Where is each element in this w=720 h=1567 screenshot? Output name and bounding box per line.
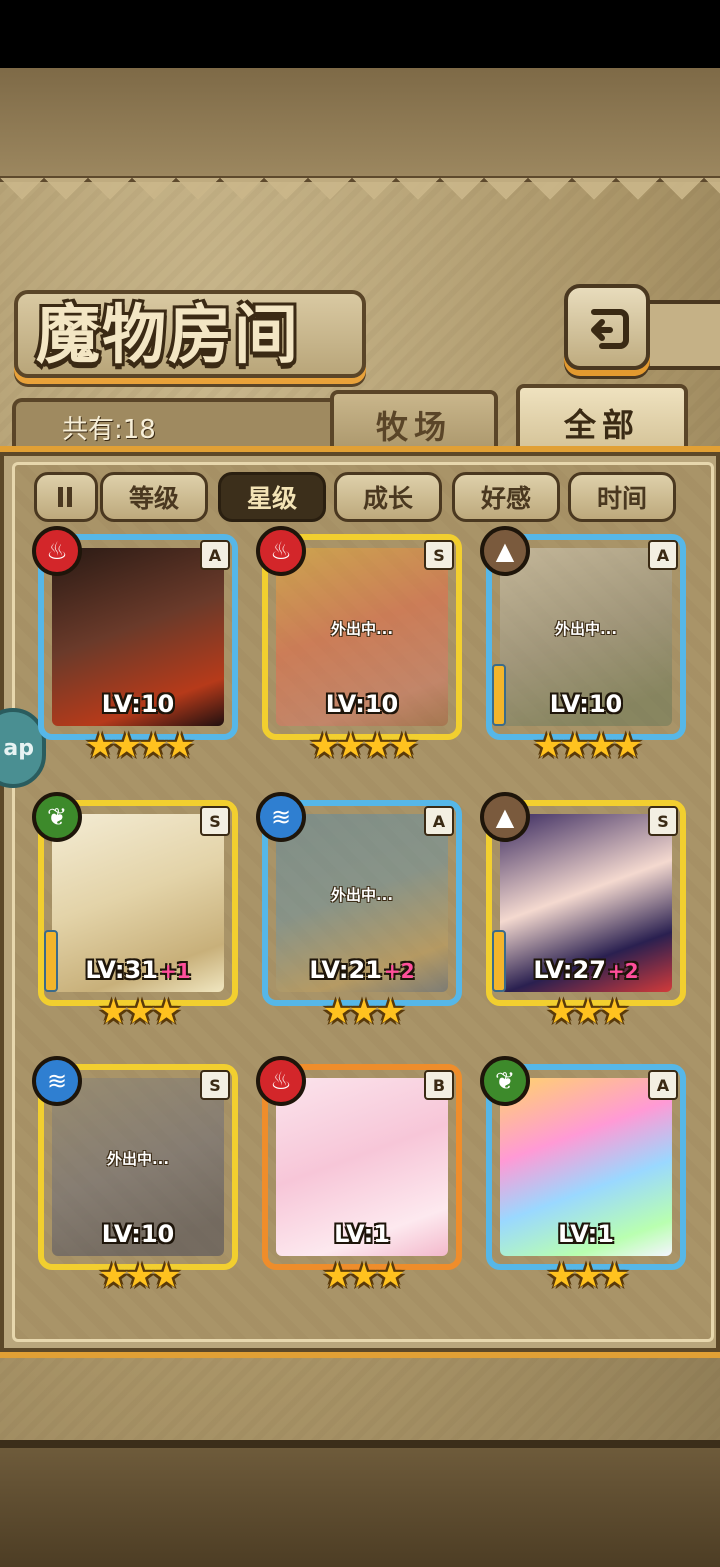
rank-badge: S	[200, 1070, 230, 1100]
star-rating: ★★★	[322, 992, 405, 1032]
zigzag-border	[0, 178, 720, 222]
star-rating: ★★★	[98, 992, 181, 1032]
level-text: LV:31	[85, 956, 158, 984]
monster-card[interactable]: ❦ A LV:1 ★★★	[480, 1056, 686, 1296]
monster-card[interactable]: ▲ S LV:27 +2 ★★★	[480, 792, 686, 1032]
fire-icon: ♨	[256, 1056, 306, 1106]
monster-card[interactable]: ♨ A LV:10 ★★★★	[32, 526, 238, 766]
star-rating: ★★★★	[533, 726, 643, 766]
sort-order-toggle[interactable]	[34, 472, 98, 522]
grass-icon: ❦	[32, 792, 82, 842]
grass-icon: ❦	[480, 1056, 530, 1106]
rank-badge: A	[200, 540, 230, 570]
level-text: LV:21	[309, 956, 382, 984]
star-rating: ★★★★	[309, 726, 419, 766]
away-status: 外出中...	[554, 620, 618, 638]
away-status: 外出中...	[330, 620, 394, 638]
away-status: 外出中...	[106, 1150, 170, 1168]
filter-bar: 等级 星级 成长 好感 时间	[30, 472, 690, 522]
filter-star[interactable]: 星级	[218, 472, 326, 522]
monster-card[interactable]: ♨ B LV:1 ★★★	[256, 1056, 462, 1296]
water-icon: ≋	[32, 1056, 82, 1106]
star-rating: ★★★	[546, 992, 629, 1032]
level-text: LV:10	[101, 1220, 175, 1248]
level-label: LV:10	[38, 1220, 238, 1248]
monster-count: 共有:18	[62, 415, 156, 445]
back-button[interactable]	[564, 284, 650, 370]
return-icon	[591, 309, 629, 349]
rank-badge: A	[424, 806, 454, 836]
level-label: LV:10	[486, 690, 686, 718]
monster-card[interactable]: ≋ A 外出中... LV:21 +2 ★★★	[256, 792, 462, 1032]
level-bonus: +2	[607, 959, 639, 983]
level-label: LV:10	[262, 690, 462, 718]
rank-badge: A	[648, 1070, 678, 1100]
level-label: LV:27 +2	[486, 956, 686, 984]
earth-icon: ▲	[480, 792, 530, 842]
level-text: LV:1	[558, 1220, 614, 1248]
level-label: LV:1	[486, 1220, 686, 1248]
filter-time[interactable]: 时间	[568, 472, 676, 522]
filter-growth[interactable]: 成长	[334, 472, 442, 522]
monster-card[interactable]: ❦ S LV:31 +1 ★★★	[32, 792, 238, 1032]
filter-level[interactable]: 等级	[100, 472, 208, 522]
level-label: LV:21 +2	[262, 956, 462, 984]
star-rating: ★★★	[546, 1256, 629, 1296]
rank-badge: A	[648, 540, 678, 570]
pause-icon	[58, 487, 72, 507]
monster-card[interactable]: ≋ S 外出中... LV:10 ★★★	[32, 1056, 238, 1296]
page-title: 魔物房间	[36, 298, 300, 373]
level-text: LV:10	[549, 690, 623, 718]
rank-badge: B	[424, 1070, 454, 1100]
level-label: LV:10	[38, 690, 238, 718]
level-text: LV:10	[325, 690, 399, 718]
water-icon: ≋	[256, 792, 306, 842]
level-label: LV:1	[262, 1220, 462, 1248]
rank-badge: S	[648, 806, 678, 836]
level-text: LV:10	[101, 690, 175, 718]
filter-affection[interactable]: 好感	[452, 472, 560, 522]
away-status: 外出中...	[330, 886, 394, 904]
star-rating: ★★★	[322, 1256, 405, 1296]
level-label: LV:31 +1	[38, 956, 238, 984]
star-rating: ★★★★	[85, 726, 195, 766]
rank-badge: S	[424, 540, 454, 570]
top-banner	[0, 68, 720, 182]
star-rating: ★★★	[98, 1256, 181, 1296]
level-bonus: +1	[159, 959, 191, 983]
bottom-banner	[0, 1440, 720, 1567]
level-text: LV:1	[334, 1220, 390, 1248]
monster-card[interactable]: ♨ S 外出中... LV:10 ★★★★	[256, 526, 462, 766]
rank-badge: S	[200, 806, 230, 836]
fire-icon: ♨	[256, 526, 306, 576]
fire-icon: ♨	[32, 526, 82, 576]
earth-icon: ▲	[480, 526, 530, 576]
monster-card[interactable]: ▲ A 外出中... LV:10 ★★★★	[480, 526, 686, 766]
back-button-strip	[640, 300, 720, 370]
level-text: LV:27	[533, 956, 606, 984]
level-bonus: +2	[383, 959, 415, 983]
